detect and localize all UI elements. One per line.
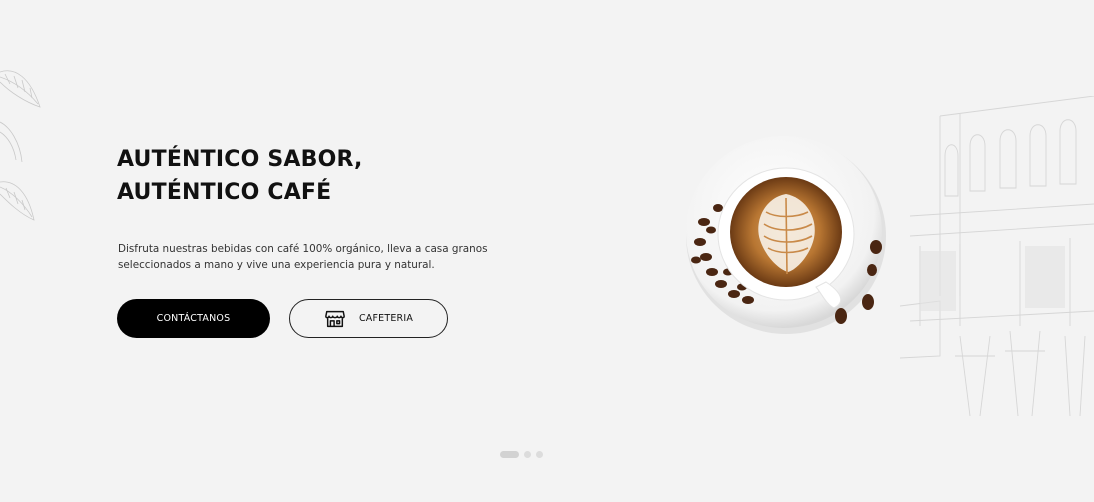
hero-title-line-1: AUTÉNTICO SABOR,: [117, 147, 363, 172]
hero-section: AUTÉNTICO SABOR, AUTÉNTICO CAFÉ Disfruta…: [0, 0, 1094, 502]
cafeteria-button-label: CAFETERIA: [358, 313, 414, 324]
cafe-sketch-decoration: [900, 96, 1094, 417]
carousel-indicators: [500, 451, 543, 458]
hero-title: AUTÉNTICO SABOR, AUTÉNTICO CAFÉ: [117, 143, 363, 209]
hero-title-line-2: AUTÉNTICO CAFÉ: [117, 180, 332, 205]
carousel-dot-1[interactable]: [500, 451, 519, 458]
carousel-dot-2[interactable]: [524, 451, 531, 458]
leaf-sketch-decoration: [0, 70, 41, 221]
coffee-cup-image: [686, 136, 886, 334]
carousel-dot-3[interactable]: [536, 451, 543, 458]
contact-button[interactable]: CONTÁCTANOS: [117, 299, 270, 338]
store-icon: [325, 310, 345, 327]
cafeteria-button[interactable]: CAFETERIA: [289, 299, 448, 338]
contact-button-label: CONTÁCTANOS: [156, 313, 231, 324]
hero-description: Disfruta nuestras bebidas con café 100% …: [118, 243, 488, 271]
